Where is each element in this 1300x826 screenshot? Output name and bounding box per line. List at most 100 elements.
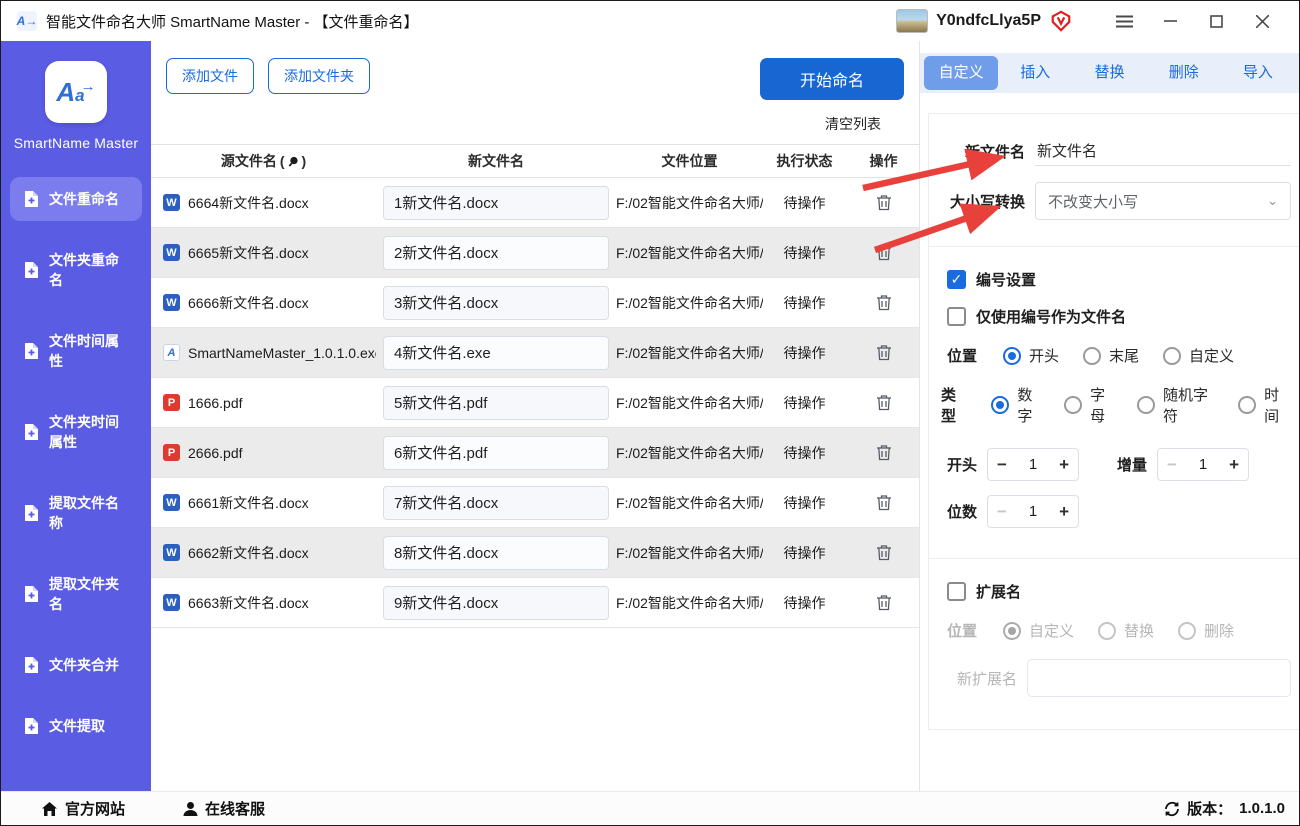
app-name: SmartName Master <box>14 135 139 151</box>
only-number-checkbox[interactable] <box>947 307 966 326</box>
new-name-input[interactable] <box>383 336 609 370</box>
extension-checkbox[interactable] <box>947 582 966 601</box>
sidebar-item-label: 文件夹时间属性 <box>49 412 132 452</box>
toolbar: 添加文件 添加文件夹 开始命名 <box>151 41 919 100</box>
start-rename-button[interactable]: 开始命名 <box>760 58 904 100</box>
document-plus-icon <box>24 423 39 441</box>
main-area: 添加文件 添加文件夹 开始命名 清空列表 源文件名 ( ) 新文件名 文件位置 … <box>151 41 919 791</box>
username[interactable]: Y0ndfcLlya5P <box>936 12 1041 30</box>
delete-row-button[interactable] <box>874 342 894 363</box>
file-location: F:/02智能文件命名大师/文件, <box>616 393 763 413</box>
title-bar: A→ 智能文件命名大师 SmartName Master - 【文件重命名】 Y… <box>1 1 1299 41</box>
header-file-location: 文件位置 <box>616 151 763 171</box>
new-name-input[interactable] <box>383 186 609 220</box>
header-source-filename[interactable]: 源文件名 ( ) <box>151 151 376 171</box>
status-text: 待操作 <box>763 493 846 513</box>
new-name-input[interactable] <box>383 586 609 620</box>
delete-row-button[interactable] <box>874 242 894 263</box>
new-name-input[interactable] <box>383 486 609 520</box>
minimize-button[interactable] <box>1147 6 1193 36</box>
radio-type-random[interactable]: 随机字符 <box>1137 384 1218 426</box>
close-button[interactable] <box>1239 6 1285 36</box>
file-type-icon: W <box>163 244 180 261</box>
table-row: W 6664新文件名.docx F:/02智能文件命名大师/文件, 待操作 <box>151 178 919 228</box>
file-location: F:/02智能文件命名大师/文件, <box>616 593 763 613</box>
digits-plus-button[interactable]: + <box>1059 503 1069 520</box>
update-refresh-icon[interactable] <box>1164 801 1180 817</box>
radio-type-time[interactable]: 时间 <box>1238 384 1291 426</box>
sidebar-item[interactable]: 文件夹重命名 <box>10 238 142 302</box>
increment-plus-button[interactable]: + <box>1229 456 1239 473</box>
sidebar-item[interactable]: 文件提取 <box>10 704 142 748</box>
table-row: W 6665新文件名.docx F:/02智能文件命名大师/文件, 待操作 <box>151 228 919 278</box>
new-filename-input[interactable] <box>1035 136 1291 166</box>
table-header: 源文件名 ( ) 新文件名 文件位置 执行状态 操作 <box>151 144 919 178</box>
file-type-icon: P <box>163 394 180 411</box>
radio-type-number[interactable]: 数字 <box>991 384 1044 426</box>
start-plus-button[interactable]: + <box>1059 456 1069 473</box>
sidebar-item[interactable]: 文件时间属性 <box>10 319 142 383</box>
status-text: 待操作 <box>763 593 846 613</box>
sidebar-item[interactable]: 提取文件夹名 <box>10 562 142 626</box>
panel-tab[interactable]: 插入 <box>998 56 1072 90</box>
file-type-icon: A <box>163 344 180 361</box>
sidebar-item[interactable]: 提取文件名称 <box>10 481 142 545</box>
online-support-link[interactable]: 在线客服 <box>183 798 265 819</box>
radio-position-start[interactable]: 开头 <box>1003 345 1059 366</box>
sidebar-item[interactable]: 文件重命名 <box>10 177 142 221</box>
delete-row-button[interactable] <box>874 442 894 463</box>
case-convert-select[interactable]: 不改变大小写 ⌄ <box>1035 182 1291 220</box>
file-location: F:/02智能文件命名大师/文件, <box>616 243 763 263</box>
numbering-checkbox[interactable] <box>947 270 966 289</box>
radio-type-letter[interactable]: 字母 <box>1064 384 1117 426</box>
maximize-button[interactable] <box>1193 6 1239 36</box>
user-avatar[interactable] <box>896 9 928 33</box>
official-website-link[interactable]: 官方网站 <box>41 798 125 819</box>
digits-minus-button: − <box>997 503 1007 520</box>
start-minus-button[interactable]: − <box>997 456 1007 473</box>
vip-badge-icon[interactable] <box>1049 10 1073 32</box>
source-file-name: 1666.pdf <box>188 395 243 411</box>
add-folder-button[interactable]: 添加文件夹 <box>268 58 370 94</box>
delete-row-button[interactable] <box>874 192 894 213</box>
version-label: 版本： <box>1187 798 1232 819</box>
file-type-icon: P <box>163 444 180 461</box>
document-plus-icon <box>24 717 39 735</box>
new-name-input[interactable] <box>383 536 609 570</box>
sidebar-item[interactable]: 文件夹时间属性 <box>10 400 142 464</box>
delete-row-button[interactable] <box>874 392 894 413</box>
new-name-input[interactable] <box>383 236 609 270</box>
sidebar-item[interactable]: 文件夹合并 <box>10 643 142 687</box>
new-extension-label: 新扩展名 <box>939 668 1017 689</box>
new-name-input[interactable] <box>383 436 609 470</box>
delete-row-button[interactable] <box>874 592 894 613</box>
table-row: W 6663新文件名.docx F:/02智能文件命名大师/文件, 待操作 <box>151 578 919 628</box>
delete-row-button[interactable] <box>874 292 894 313</box>
document-plus-icon <box>24 504 39 522</box>
file-type-icon: W <box>163 294 180 311</box>
radio-position-end[interactable]: 末尾 <box>1083 345 1139 366</box>
panel-tab[interactable]: 导入 <box>1221 56 1295 90</box>
clear-list-link[interactable]: 清空列表 <box>825 116 881 132</box>
status-text: 待操作 <box>763 243 846 263</box>
case-convert-label: 大小写转换 <box>939 191 1025 212</box>
file-table: W 6664新文件名.docx F:/02智能文件命名大师/文件, 待操作 <box>151 178 919 628</box>
source-file-name: 2666.pdf <box>188 445 243 461</box>
radio-ext-delete: 删除 <box>1178 620 1234 641</box>
add-file-button[interactable]: 添加文件 <box>166 58 254 94</box>
start-number-stepper: − 1 + <box>987 448 1079 481</box>
document-plus-icon <box>24 342 39 360</box>
file-location: F:/02智能文件命名大师/文件, <box>616 343 763 363</box>
delete-row-button[interactable] <box>874 542 894 563</box>
new-name-input[interactable] <box>383 386 609 420</box>
status-text: 待操作 <box>763 393 846 413</box>
table-row: P 2666.pdf F:/02智能文件命名大师/文件, 待操作 <box>151 428 919 478</box>
panel-tab[interactable]: 自定义 <box>924 56 998 90</box>
delete-row-button[interactable] <box>874 492 894 513</box>
panel-tab[interactable]: 删除 <box>1147 56 1221 90</box>
menu-button[interactable] <box>1101 6 1147 36</box>
radio-position-custom[interactable]: 自定义 <box>1163 345 1234 366</box>
new-name-input[interactable] <box>383 286 609 320</box>
panel-tab[interactable]: 替换 <box>1072 56 1146 90</box>
status-text: 待操作 <box>763 543 846 563</box>
